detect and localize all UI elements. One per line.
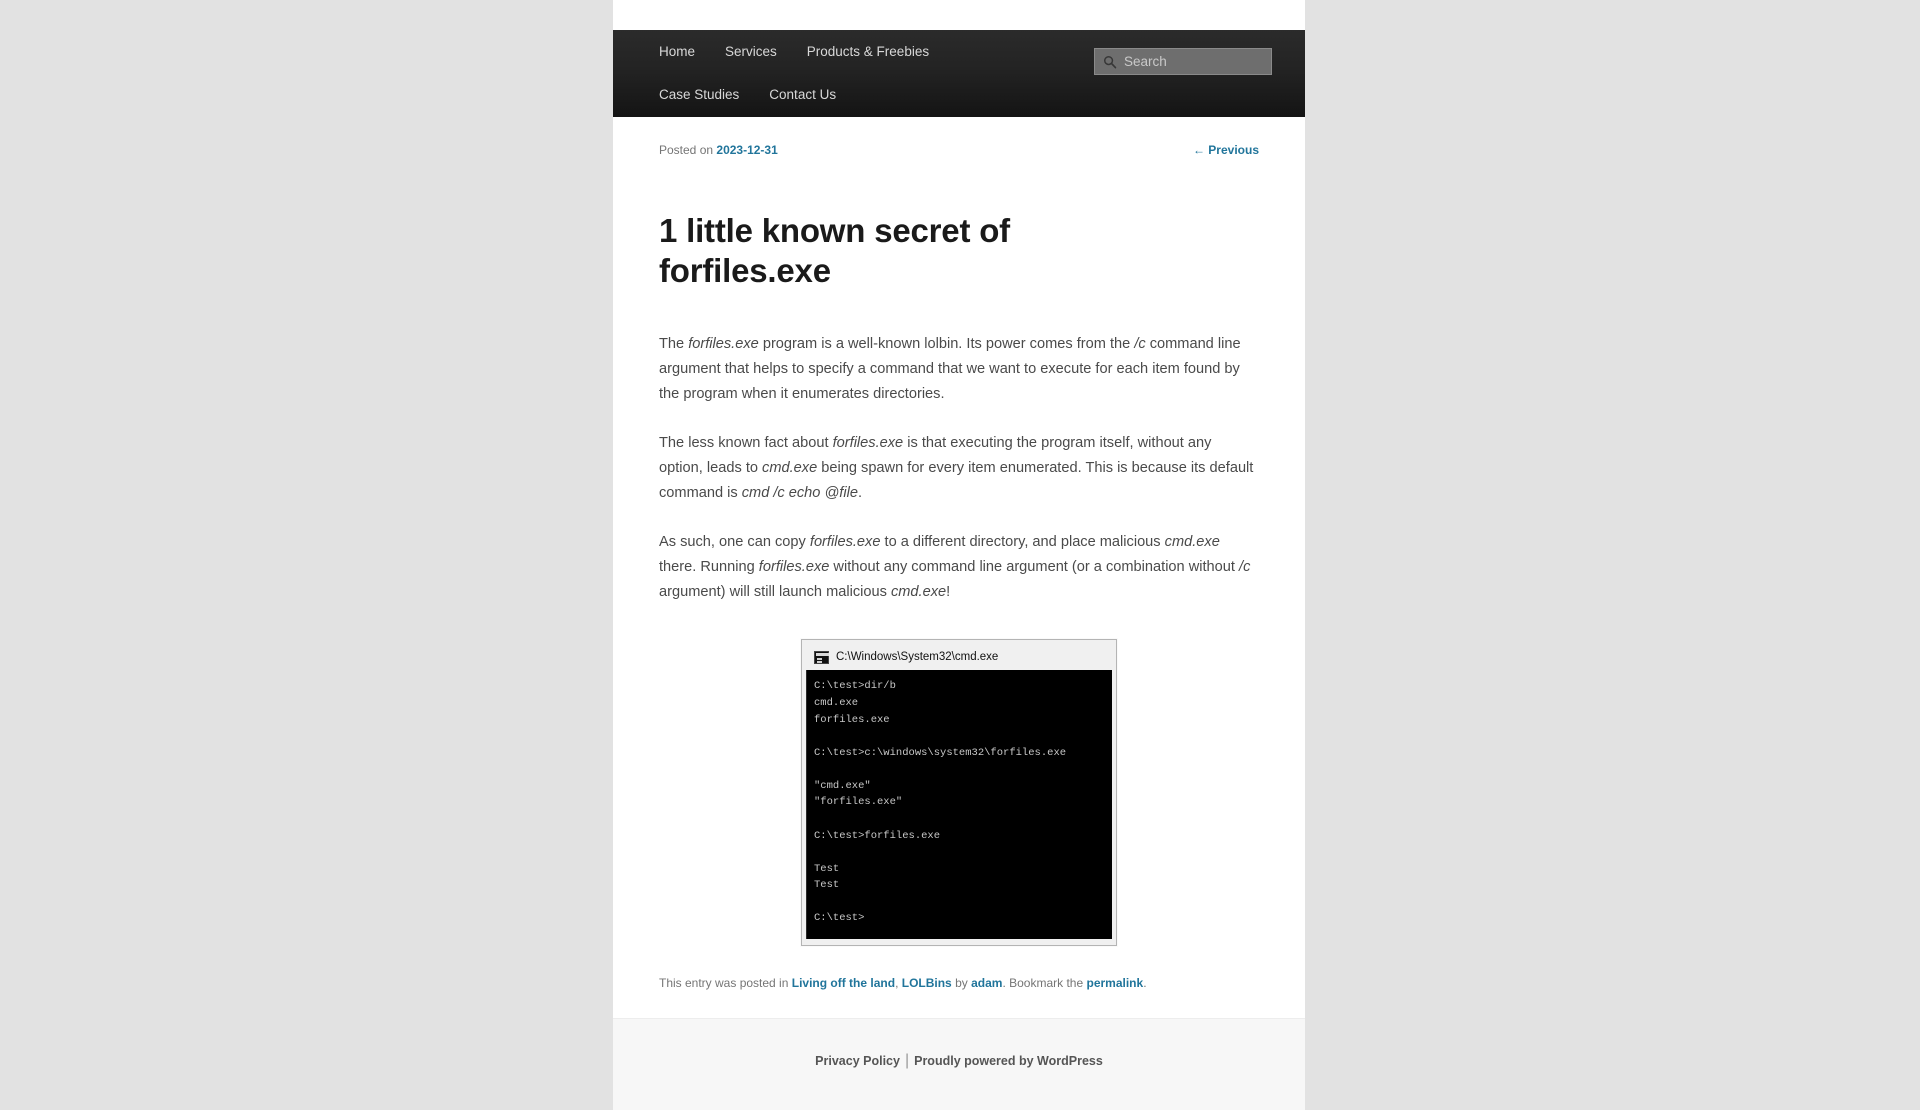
nav-item-home[interactable]: Home <box>659 45 695 59</box>
previous-post-link[interactable]: ← Previous <box>1193 143 1259 157</box>
paragraph-1: The forfiles.exe program is a well-known… <box>659 332 1259 407</box>
nav-item-products-freebies[interactable]: Products & Freebies <box>807 45 929 59</box>
emphasis-text: forfiles.exe <box>688 335 759 352</box>
emphasis-text: cmd.exe <box>762 459 818 476</box>
author-link[interactable]: adam <box>971 976 1002 990</box>
body-text: to a different directory, and place mali… <box>880 534 1165 551</box>
posted-on-group: Posted on 2023-12-31 <box>659 143 778 157</box>
emphasis-text: /c <box>1134 335 1146 352</box>
paragraph-3: As such, one can copy forfiles.exe to a … <box>659 530 1259 605</box>
site-footer: Privacy Policy | Proudly powered by WordPr… <box>613 1018 1305 1110</box>
entry-footer-prefix: This entry was posted in <box>659 976 792 991</box>
nav-item-case-studies[interactable]: Case Studies <box>659 88 739 102</box>
entry-footer-by: by <box>951 976 972 991</box>
search-icon <box>1104 55 1117 68</box>
emphasis-text: forfiles.exe <box>758 559 830 576</box>
posted-on-label: Posted on <box>659 143 714 157</box>
entry-footer-comma: , <box>895 976 902 991</box>
primary-nav-row-2: Case Studies Contact Us <box>613 73 1305 117</box>
cmd-window: C:\Windows\System32\cmd.exe C:\test>dir/… <box>801 639 1117 947</box>
nav-item-services[interactable]: Services <box>725 45 777 59</box>
body-text: without any command line argument (or a … <box>829 559 1240 576</box>
footer-separator: | <box>904 1052 910 1070</box>
cmd-titlebar: C:\Windows\System32\cmd.exe <box>806 644 1112 671</box>
emphasis-text: cmd.exe <box>1164 534 1220 551</box>
emphasis-text: /c <box>1239 559 1251 576</box>
page-title: 1 little known secret of forfiles.exe <box>659 212 1010 290</box>
emphasis-text: cmd /c echo @file <box>741 484 858 501</box>
body-text: The less known fact about <box>659 434 833 451</box>
console-window-icon <box>814 650 829 664</box>
search-form[interactable] <box>1094 48 1272 75</box>
main-content: Posted on 2023-12-31 ← Previous 1 little… <box>613 117 1305 1019</box>
site-header: Home Services Products & Freebies Case Stu… <box>613 30 1305 117</box>
emphasis-text: forfiles.exe <box>832 434 904 451</box>
body-text: The <box>659 335 689 352</box>
body-text: ! <box>946 584 951 601</box>
body-text: program is a well-known lolbin. Its powe… <box>758 335 1135 352</box>
category-link-living-off-the-land[interactable]: Living off the land <box>792 976 895 990</box>
privacy-policy-link[interactable]: Privacy Policy <box>815 1054 900 1068</box>
body-text: argument) will still launch malicious <box>659 584 891 601</box>
site-container: Home Services Products & Freebies Case Stu… <box>613 0 1305 1110</box>
cmd-title-text: C:\Windows\System32\cmd.exe <box>836 651 999 664</box>
powered-by-wordpress-link[interactable]: Proudly powered by WordPress <box>914 1054 1103 1068</box>
body-text: there. Running <box>659 559 759 576</box>
search-input[interactable] <box>1124 54 1264 69</box>
cmd-console-output: C:\test>dir/b cmd.exe forfiles.exe C:\te… <box>806 670 1112 940</box>
body-text: As such, one can copy <box>659 534 810 551</box>
entry-meta-top: Posted on 2023-12-31 ← Previous <box>659 117 1259 157</box>
permalink-link[interactable]: permalink <box>1086 976 1143 990</box>
search-box[interactable] <box>1094 48 1272 75</box>
nav-item-contact-us[interactable]: Contact Us <box>769 88 836 102</box>
emphasis-text: cmd.exe <box>890 584 947 601</box>
terminal-screenshot-figure: C:\Windows\System32\cmd.exe C:\test>dir/… <box>659 639 1259 947</box>
category-link-lolbins[interactable]: LOLBins <box>902 976 952 990</box>
entry-content: The forfiles.exe program is a well-known… <box>659 332 1259 606</box>
body-text: . <box>857 484 862 501</box>
entry-footer-bookmark-text: . Bookmark the <box>1002 976 1087 991</box>
posted-date-link[interactable]: 2023-12-31 <box>716 143 777 157</box>
entry-footer: This entry was posted in Living off the … <box>659 946 1259 1018</box>
emphasis-text: forfiles.exe <box>809 534 881 551</box>
entry-footer-period: . <box>1143 976 1147 991</box>
paragraph-2: The less known fact about forfiles.exe i… <box>659 431 1259 506</box>
